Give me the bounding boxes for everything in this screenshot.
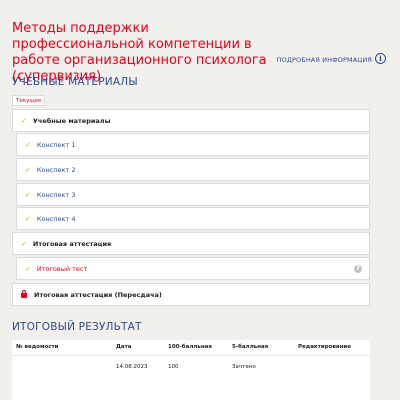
question-icon[interactable]: ? [354,264,362,273]
table-cell: 14.08.2023 [116,364,148,370]
list-item-label: Конспект 1 [36,140,76,149]
lesson-row-2[interactable]: ✓ Конспект 2 [16,158,370,181]
list-item-label: Учебные материалы [32,116,111,125]
lock-icon [21,290,27,298]
check-icon: ✓ [25,190,31,199]
table-cell: 100 [168,364,179,370]
more-info-link[interactable]: ПОДРОБНАЯ ИНФОРМАЦИЯ [277,56,372,64]
header-divider [12,355,370,356]
lesson-row-3[interactable]: ✓ Конспект 3 [16,183,370,206]
tab-current[interactable]: Текущее [12,95,46,106]
materials-section-title: УЧЕБНЫЕ МАТЕРИАЛЫ [12,76,138,88]
table-cell: Зачтено [232,364,256,370]
lesson-row-4[interactable]: ✓ Конспект 4 [16,207,370,230]
check-icon: ✓ [25,140,31,149]
final-test-row[interactable]: ✓ Итоговый тест ? [16,257,370,280]
check-icon: ✓ [25,264,31,273]
info-icon[interactable]: i [375,53,386,64]
check-icon: ✓ [25,165,31,174]
check-icon: ✓ [21,116,27,125]
column-header: Редактирование [298,344,351,350]
check-icon: ✓ [21,239,27,248]
column-header: 100-балльная [168,344,212,350]
result-table: № ведомости Дата 100-балльная 5-балльная… [12,340,370,400]
list-item-label: Конспект 4 [36,214,76,223]
list-item-label: Итоговая аттестация [32,239,112,248]
check-icon: ✓ [25,214,31,223]
result-section-title: ИТОГОВЫЙ РЕЗУЛЬТАТ [12,321,142,333]
retake-assessment-row[interactable]: Итоговая аттестация (Пересдача) [12,283,370,306]
column-header: 5-балльная [232,344,269,350]
list-item-label: Итоговая аттестация (Пересдача) [34,290,162,299]
column-header: Дата [116,344,132,350]
list-item-label: Конспект 2 [36,165,76,174]
materials-group-row[interactable]: ✓ Учебные материалы [12,109,370,132]
list-item-label: Конспект 3 [36,190,76,199]
list-item-label: Итоговый тест [36,264,88,273]
lesson-row-1[interactable]: ✓ Конспект 1 [16,133,370,156]
final-assessment-row[interactable]: ✓ Итоговая аттестация [12,232,370,255]
column-header: № ведомости [16,344,59,350]
